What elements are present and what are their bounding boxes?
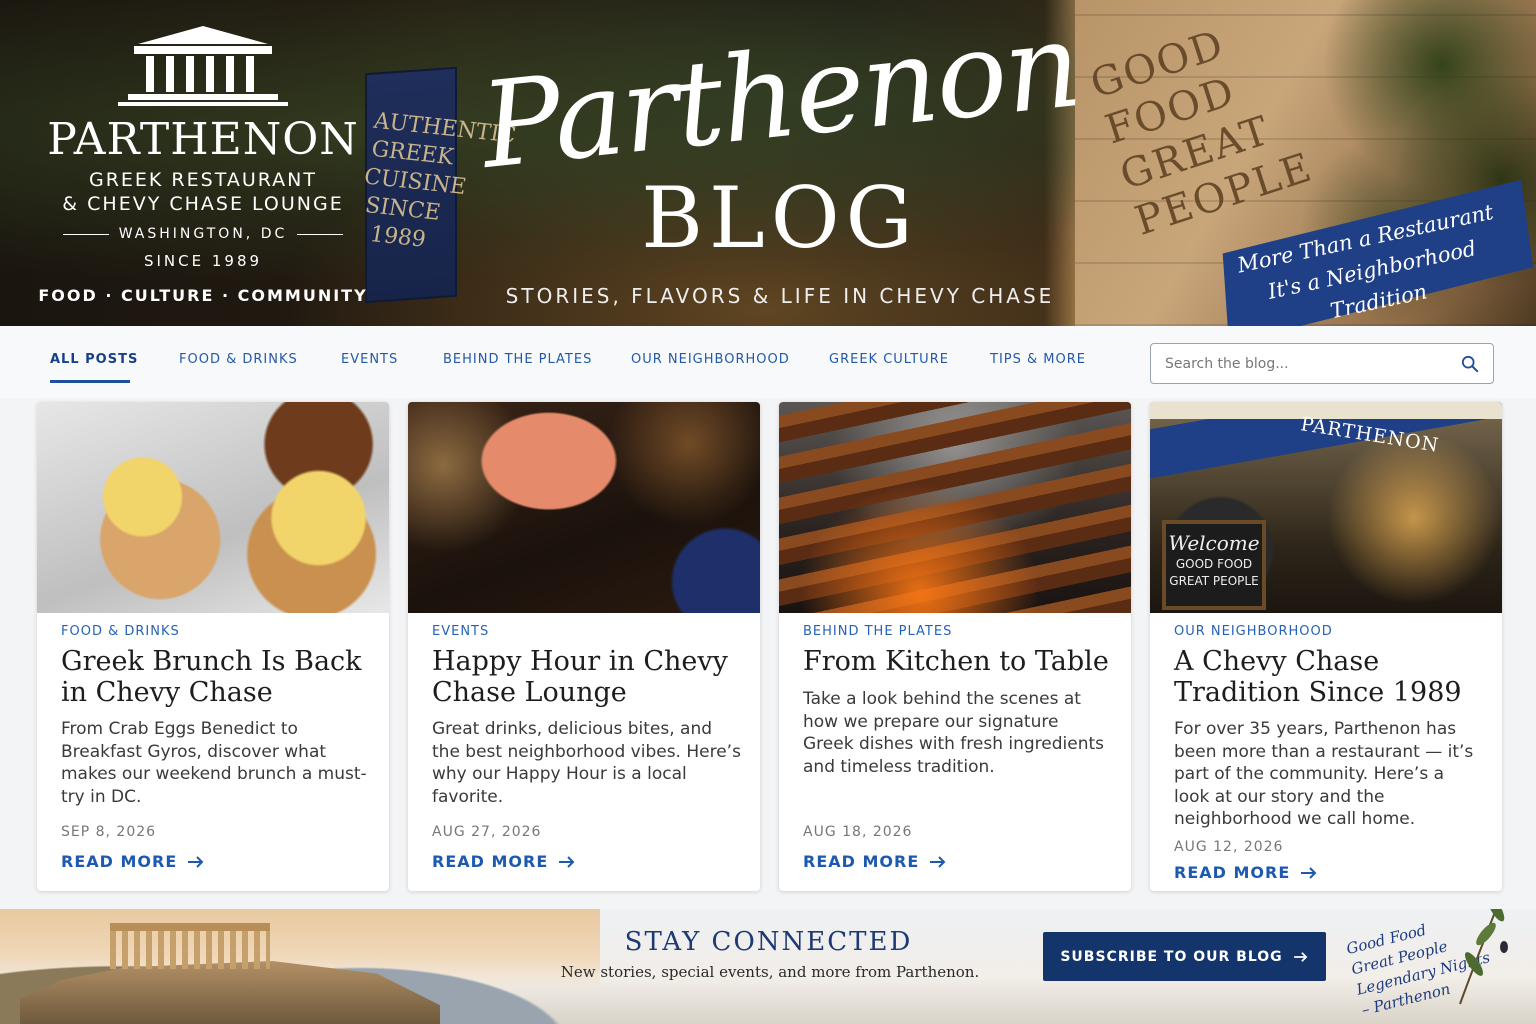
search-input[interactable] xyxy=(1165,354,1445,374)
read-more-link[interactable]: READ MORE xyxy=(61,852,205,871)
subscribe-button[interactable]: SUBSCRIBE TO OUR BLOG xyxy=(1043,932,1326,981)
acropolis-ruins xyxy=(110,923,270,969)
post-description: Great drinks, delicious bites, and the b… xyxy=(432,719,741,807)
arrow-right-icon xyxy=(930,855,946,868)
post-title[interactable]: A Chevy Chase Tradition Since 1989 xyxy=(1174,646,1490,708)
active-tab-indicator xyxy=(50,380,130,383)
arrow-right-icon xyxy=(559,855,575,868)
blog-title-main: BLOG xyxy=(641,169,919,267)
arrow-right-icon xyxy=(1301,866,1317,879)
tab-behind-the-plates[interactable]: BEHIND THE PLATES xyxy=(443,352,592,367)
post-image-grill[interactable] xyxy=(779,402,1131,613)
post-image-brunch[interactable] xyxy=(37,402,389,613)
post-description: Take a look behind the scenes at how we … xyxy=(803,689,1105,777)
logo-name: PARTHENON xyxy=(47,114,359,165)
logo-tags: FOOD · CULTURE · COMMUNITY xyxy=(38,286,368,305)
post-image-storefront[interactable]: PARTHENON Welcome GOOD FOOD GREAT PEOPLE xyxy=(1150,402,1502,613)
post-date: AUG 27, 2026 xyxy=(432,824,542,840)
post-card-brunch[interactable]: FOOD & DRINKS Greek Brunch Is Back in Ch… xyxy=(37,402,389,891)
post-title[interactable]: Happy Hour in Chevy Chase Lounge xyxy=(432,646,748,708)
read-more-link[interactable]: READ MORE xyxy=(432,852,576,871)
stay-connected-footer: STAY CONNECTED New stories, special even… xyxy=(0,909,1536,1024)
hanging-banner: AUTHENTIC GREEK CUISINE SINCE 1989 xyxy=(362,66,518,304)
post-category[interactable]: OUR NEIGHBORHOOD xyxy=(1174,624,1333,639)
post-title[interactable]: From Kitchen to Table xyxy=(803,646,1119,677)
post-card-happy-hour[interactable]: EVENTS Happy Hour in Chevy Chase Lounge … xyxy=(408,402,760,891)
temple-icon xyxy=(118,26,288,106)
tab-tips-more[interactable]: TIPS & MORE xyxy=(990,352,1086,367)
tab-all-posts[interactable]: ALL POSTS xyxy=(50,352,138,367)
logo-since: SINCE 1989 xyxy=(143,252,263,270)
search-icon[interactable] xyxy=(1461,355,1479,373)
post-image-cocktail[interactable] xyxy=(408,402,760,613)
post-description: For over 35 years, Parthenon has been mo… xyxy=(1174,719,1474,829)
post-description: From Crab Eggs Benedict to Breakfast Gyr… xyxy=(61,719,367,807)
awning-sign: PARTHENON xyxy=(1299,413,1441,457)
tab-our-neighborhood[interactable]: OUR NEIGHBORHOOD xyxy=(631,352,790,367)
read-more-link[interactable]: READ MORE xyxy=(1174,863,1318,882)
stay-connected-subtitle: New stories, special events, and more fr… xyxy=(560,963,980,981)
welcome-chalkboard: Welcome GOOD FOOD GREAT PEOPLE xyxy=(1162,520,1266,610)
tab-events[interactable]: EVENTS xyxy=(341,352,398,367)
logo-city: WASHINGTON, DC xyxy=(38,226,368,242)
tab-food-drinks[interactable]: FOOD & DRINKS xyxy=(179,352,298,367)
logo-subtitle-1: GREEK RESTAURANT xyxy=(89,169,317,191)
hero-banner: AUTHENTIC GREEK CUISINE SINCE 1989 GOOD … xyxy=(0,0,1536,326)
category-nav: ALL POSTS FOOD & DRINKS EVENTS BEHIND TH… xyxy=(0,326,1536,398)
post-date: AUG 18, 2026 xyxy=(803,824,913,840)
arrow-right-icon xyxy=(1293,951,1308,962)
logo-subtitle-2: & CHEVY CHASE LOUNGE xyxy=(62,193,344,215)
post-category[interactable]: FOOD & DRINKS xyxy=(61,624,180,639)
post-category[interactable]: EVENTS xyxy=(432,624,489,639)
search-box[interactable] xyxy=(1150,343,1494,384)
blog-title-script: Parthenon xyxy=(474,0,1086,195)
post-card-kitchen[interactable]: BEHIND THE PLATES From Kitchen to Table … xyxy=(779,402,1131,891)
tab-greek-culture[interactable]: GREEK CULTURE xyxy=(829,352,949,367)
arrow-right-icon xyxy=(188,855,204,868)
blog-tagline: STORIES, FLAVORS & LIFE IN CHEVY CHASE xyxy=(505,284,1055,308)
read-more-link[interactable]: READ MORE xyxy=(803,852,947,871)
stay-connected-title: STAY CONNECTED xyxy=(624,927,913,957)
restaurant-logo[interactable]: PARTHENON GREEK RESTAURANT & CHEVY CHASE… xyxy=(38,26,368,305)
post-date: SEP 8, 2026 xyxy=(61,824,157,840)
post-date: AUG 12, 2026 xyxy=(1174,839,1284,855)
post-category[interactable]: BEHIND THE PLATES xyxy=(803,624,952,639)
post-title[interactable]: Greek Brunch Is Back in Chevy Chase xyxy=(61,646,377,708)
olive-branch-icon xyxy=(1459,909,1508,1005)
post-card-tradition[interactable]: PARTHENON Welcome GOOD FOOD GREAT PEOPLE … xyxy=(1150,402,1502,891)
